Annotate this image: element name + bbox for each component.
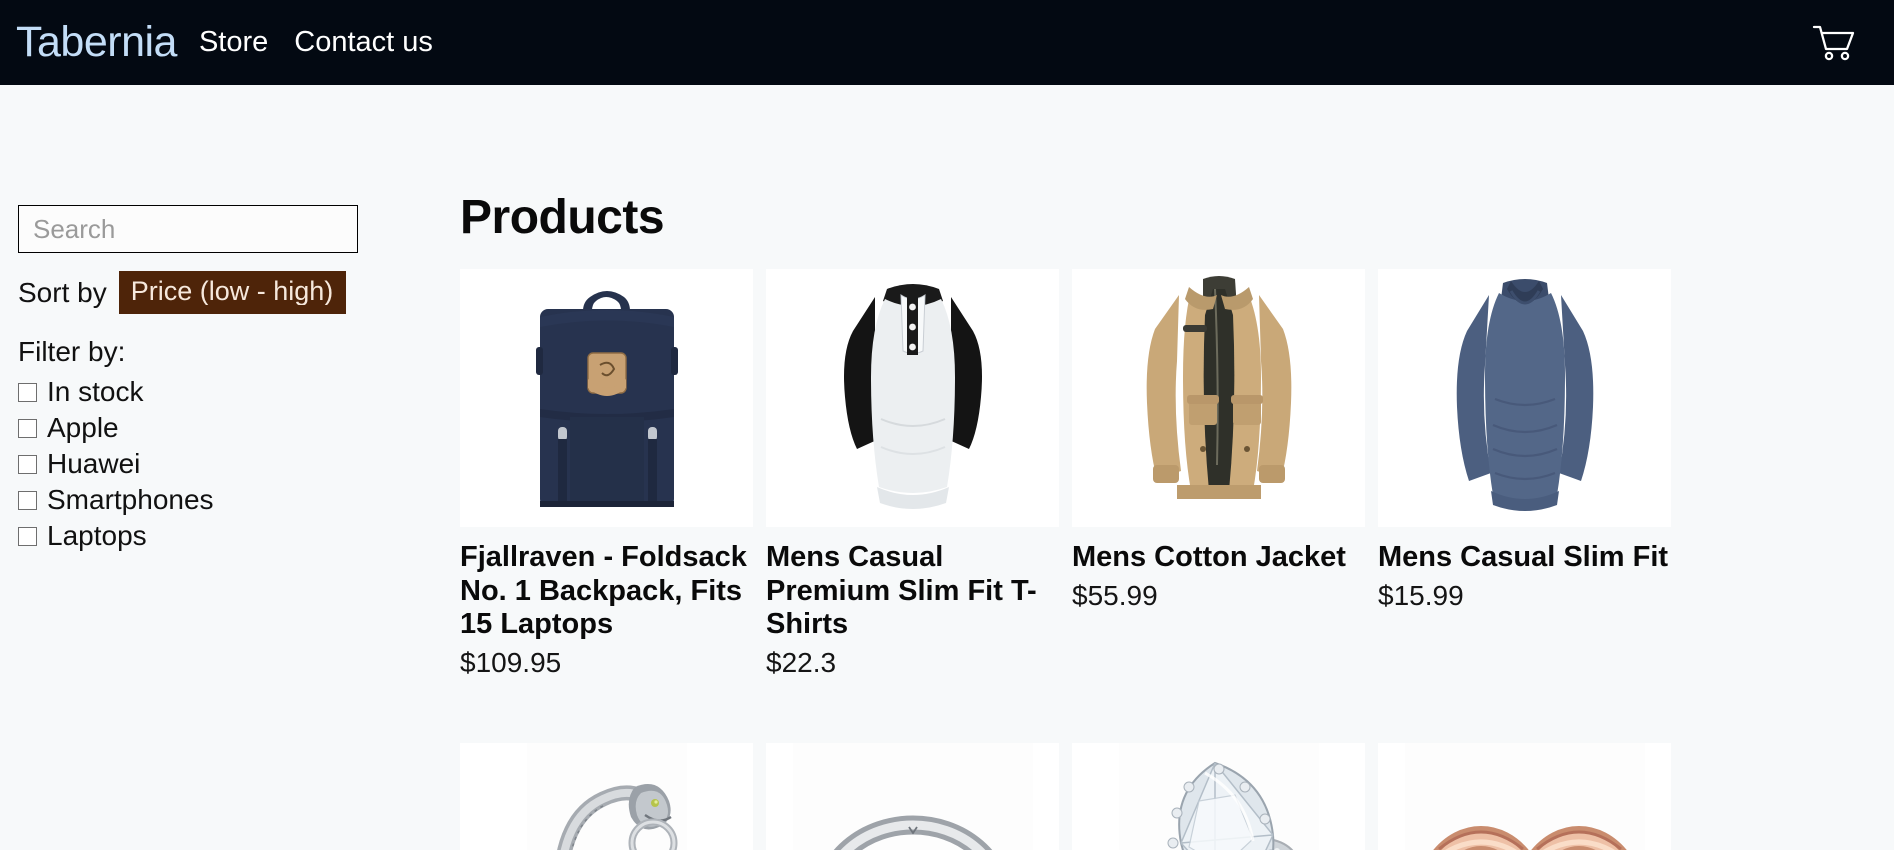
filter-item-apple[interactable]: Apple <box>18 410 450 446</box>
filter-item-smartphones[interactable]: Smartphones <box>18 482 450 518</box>
blue-slim-fit-shirt-image <box>1424 269 1625 527</box>
product-thumbnail[interactable] <box>766 269 1059 527</box>
tan-cotton-jacket-image <box>1118 269 1319 527</box>
product-card[interactable]: Mens Casual Premium Slim Fit T-Shirts $2… <box>766 269 1059 679</box>
product-card[interactable] <box>766 742 1059 850</box>
product-price: $109.95 <box>460 646 562 678</box>
product-card[interactable]: Mens Casual Slim Fit $15.99 <box>1378 269 1671 679</box>
filter-label-in-stock: In stock <box>47 376 144 407</box>
grid-row-spacer <box>766 679 1059 743</box>
filter-item-in-stock[interactable]: In stock <box>18 374 450 410</box>
sort-control: Sort by Price (low - high) <box>18 271 450 314</box>
product-price: $22.3 <box>766 646 837 678</box>
filter-item-laptops[interactable]: Laptops <box>18 518 450 554</box>
top-navigation-bar: Tabernia Store Contact us <box>0 0 1894 85</box>
diamond-engagement-ring-image <box>1118 742 1319 850</box>
shopping-cart-icon <box>1812 25 1855 60</box>
product-card[interactable]: Fjallraven - Foldsack No. 1 Backpack, Fi… <box>460 269 753 679</box>
product-thumbnail[interactable] <box>1072 269 1365 527</box>
filter-by-label: Filter by: <box>18 336 126 367</box>
filter-label-huawei: Huawei <box>47 448 141 479</box>
checkbox-huawei[interactable] <box>18 454 37 474</box>
sort-by-label: Sort by <box>18 276 107 308</box>
grid-row-spacer <box>460 679 753 743</box>
product-thumbnail[interactable] <box>460 742 753 850</box>
product-title[interactable]: Mens Casual Premium Slim Fit T-Shirts <box>766 541 1059 642</box>
black-white-henley-shirt-image <box>812 269 1013 527</box>
checkbox-laptops[interactable] <box>18 526 37 546</box>
products-section: Products Fjallraven - Foldsack No. 1 Bac… <box>450 85 1894 850</box>
navy-backpack-image <box>511 269 702 527</box>
rose-gold-rings-image <box>1404 742 1645 850</box>
page-body: Sort by Price (low - high) Filter by: In… <box>0 85 1894 850</box>
product-thumbnail[interactable] <box>1378 269 1671 527</box>
brand-logo[interactable]: Tabernia <box>16 21 177 64</box>
sort-select[interactable]: Price (low - high) <box>118 271 346 314</box>
product-card[interactable] <box>1378 742 1671 850</box>
filter-checkbox-list: In stock Apple Huawei Smartphones Laptop… <box>18 374 450 554</box>
product-grid: Fjallraven - Foldsack No. 1 Backpack, Fi… <box>460 269 1894 850</box>
filter-item-huawei[interactable]: Huawei <box>18 446 450 482</box>
product-title[interactable]: Mens Cotton Jacket <box>1072 541 1365 575</box>
filter-label-smartphones: Smartphones <box>47 484 214 515</box>
product-thumbnail[interactable] <box>766 742 1059 850</box>
grid-row-spacer <box>1072 679 1365 743</box>
product-card[interactable] <box>460 742 753 850</box>
page-title: Products <box>460 191 665 244</box>
search-box[interactable] <box>18 205 370 253</box>
filter-sidebar: Sort by Price (low - high) Filter by: In… <box>0 85 450 554</box>
search-input[interactable] <box>31 212 370 246</box>
product-title[interactable]: Mens Casual Slim Fit <box>1378 541 1671 575</box>
silver-band-ring-image <box>792 742 1033 850</box>
grid-row-spacer <box>1378 679 1671 743</box>
checkbox-smartphones[interactable] <box>18 490 37 510</box>
product-price: $15.99 <box>1378 579 1464 611</box>
filter-label-laptops: Laptops <box>47 520 147 551</box>
product-title[interactable]: Fjallraven - Foldsack No. 1 Backpack, Fi… <box>460 541 753 642</box>
nav-link-store[interactable]: Store <box>199 28 268 57</box>
filter-label-apple: Apple <box>47 412 119 443</box>
cart-button[interactable] <box>1812 23 1856 63</box>
product-card[interactable]: Mens Cotton Jacket $55.99 <box>1072 269 1365 679</box>
nav-link-contact-us[interactable]: Contact us <box>294 28 433 57</box>
checkbox-apple[interactable] <box>18 418 37 438</box>
product-thumbnail[interactable] <box>460 269 753 527</box>
silver-dragon-bracelet-image <box>526 742 687 850</box>
product-thumbnail[interactable] <box>1378 742 1671 850</box>
checkbox-in-stock[interactable] <box>18 382 37 402</box>
product-card[interactable] <box>1072 742 1365 850</box>
product-thumbnail[interactable] <box>1072 742 1365 850</box>
product-price: $55.99 <box>1072 579 1158 611</box>
